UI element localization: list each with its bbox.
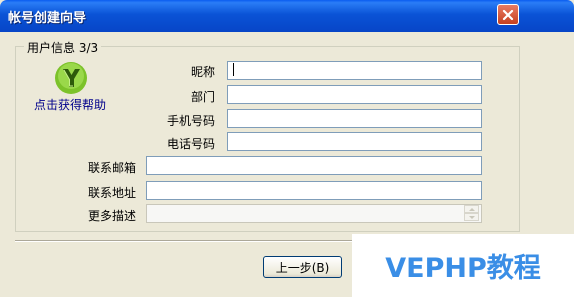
title-bar[interactable]: 帐号创建向导 — [0, 0, 574, 32]
nickname-label: 昵称 — [191, 65, 216, 79]
spin-down-button[interactable] — [464, 213, 479, 221]
department-input[interactable] — [227, 85, 482, 104]
address-input[interactable] — [146, 181, 482, 200]
group-legend: 用户信息 3/3 — [24, 39, 102, 56]
close-button[interactable] — [497, 4, 519, 25]
watermark-text: VEPHP教程 — [385, 253, 541, 284]
app-logo-icon — [55, 62, 87, 94]
department-label: 部门 — [191, 90, 216, 104]
text-caret — [233, 63, 234, 76]
mobile-input[interactable] — [227, 109, 482, 128]
spin-arrows-icon[interactable] — [464, 205, 479, 221]
phone-input[interactable] — [227, 132, 482, 151]
mobile-label: 手机号码 — [167, 114, 216, 128]
previous-button[interactable]: 上一步(B) — [263, 256, 342, 278]
description-label: 更多描述 — [88, 209, 137, 223]
address-label: 联系地址 — [88, 186, 137, 200]
phone-label: 电话号码 — [167, 137, 216, 151]
spin-up-button[interactable] — [464, 205, 479, 213]
close-icon — [502, 9, 514, 20]
description-input[interactable] — [146, 204, 482, 223]
window-title: 帐号创建向导 — [8, 11, 87, 26]
nickname-input[interactable] — [227, 61, 482, 80]
email-input[interactable] — [146, 156, 482, 175]
help-link[interactable]: 点击获得帮助 — [34, 96, 106, 113]
watermark: VEPHP教程 — [352, 234, 574, 297]
email-label: 联系邮箱 — [88, 161, 137, 175]
